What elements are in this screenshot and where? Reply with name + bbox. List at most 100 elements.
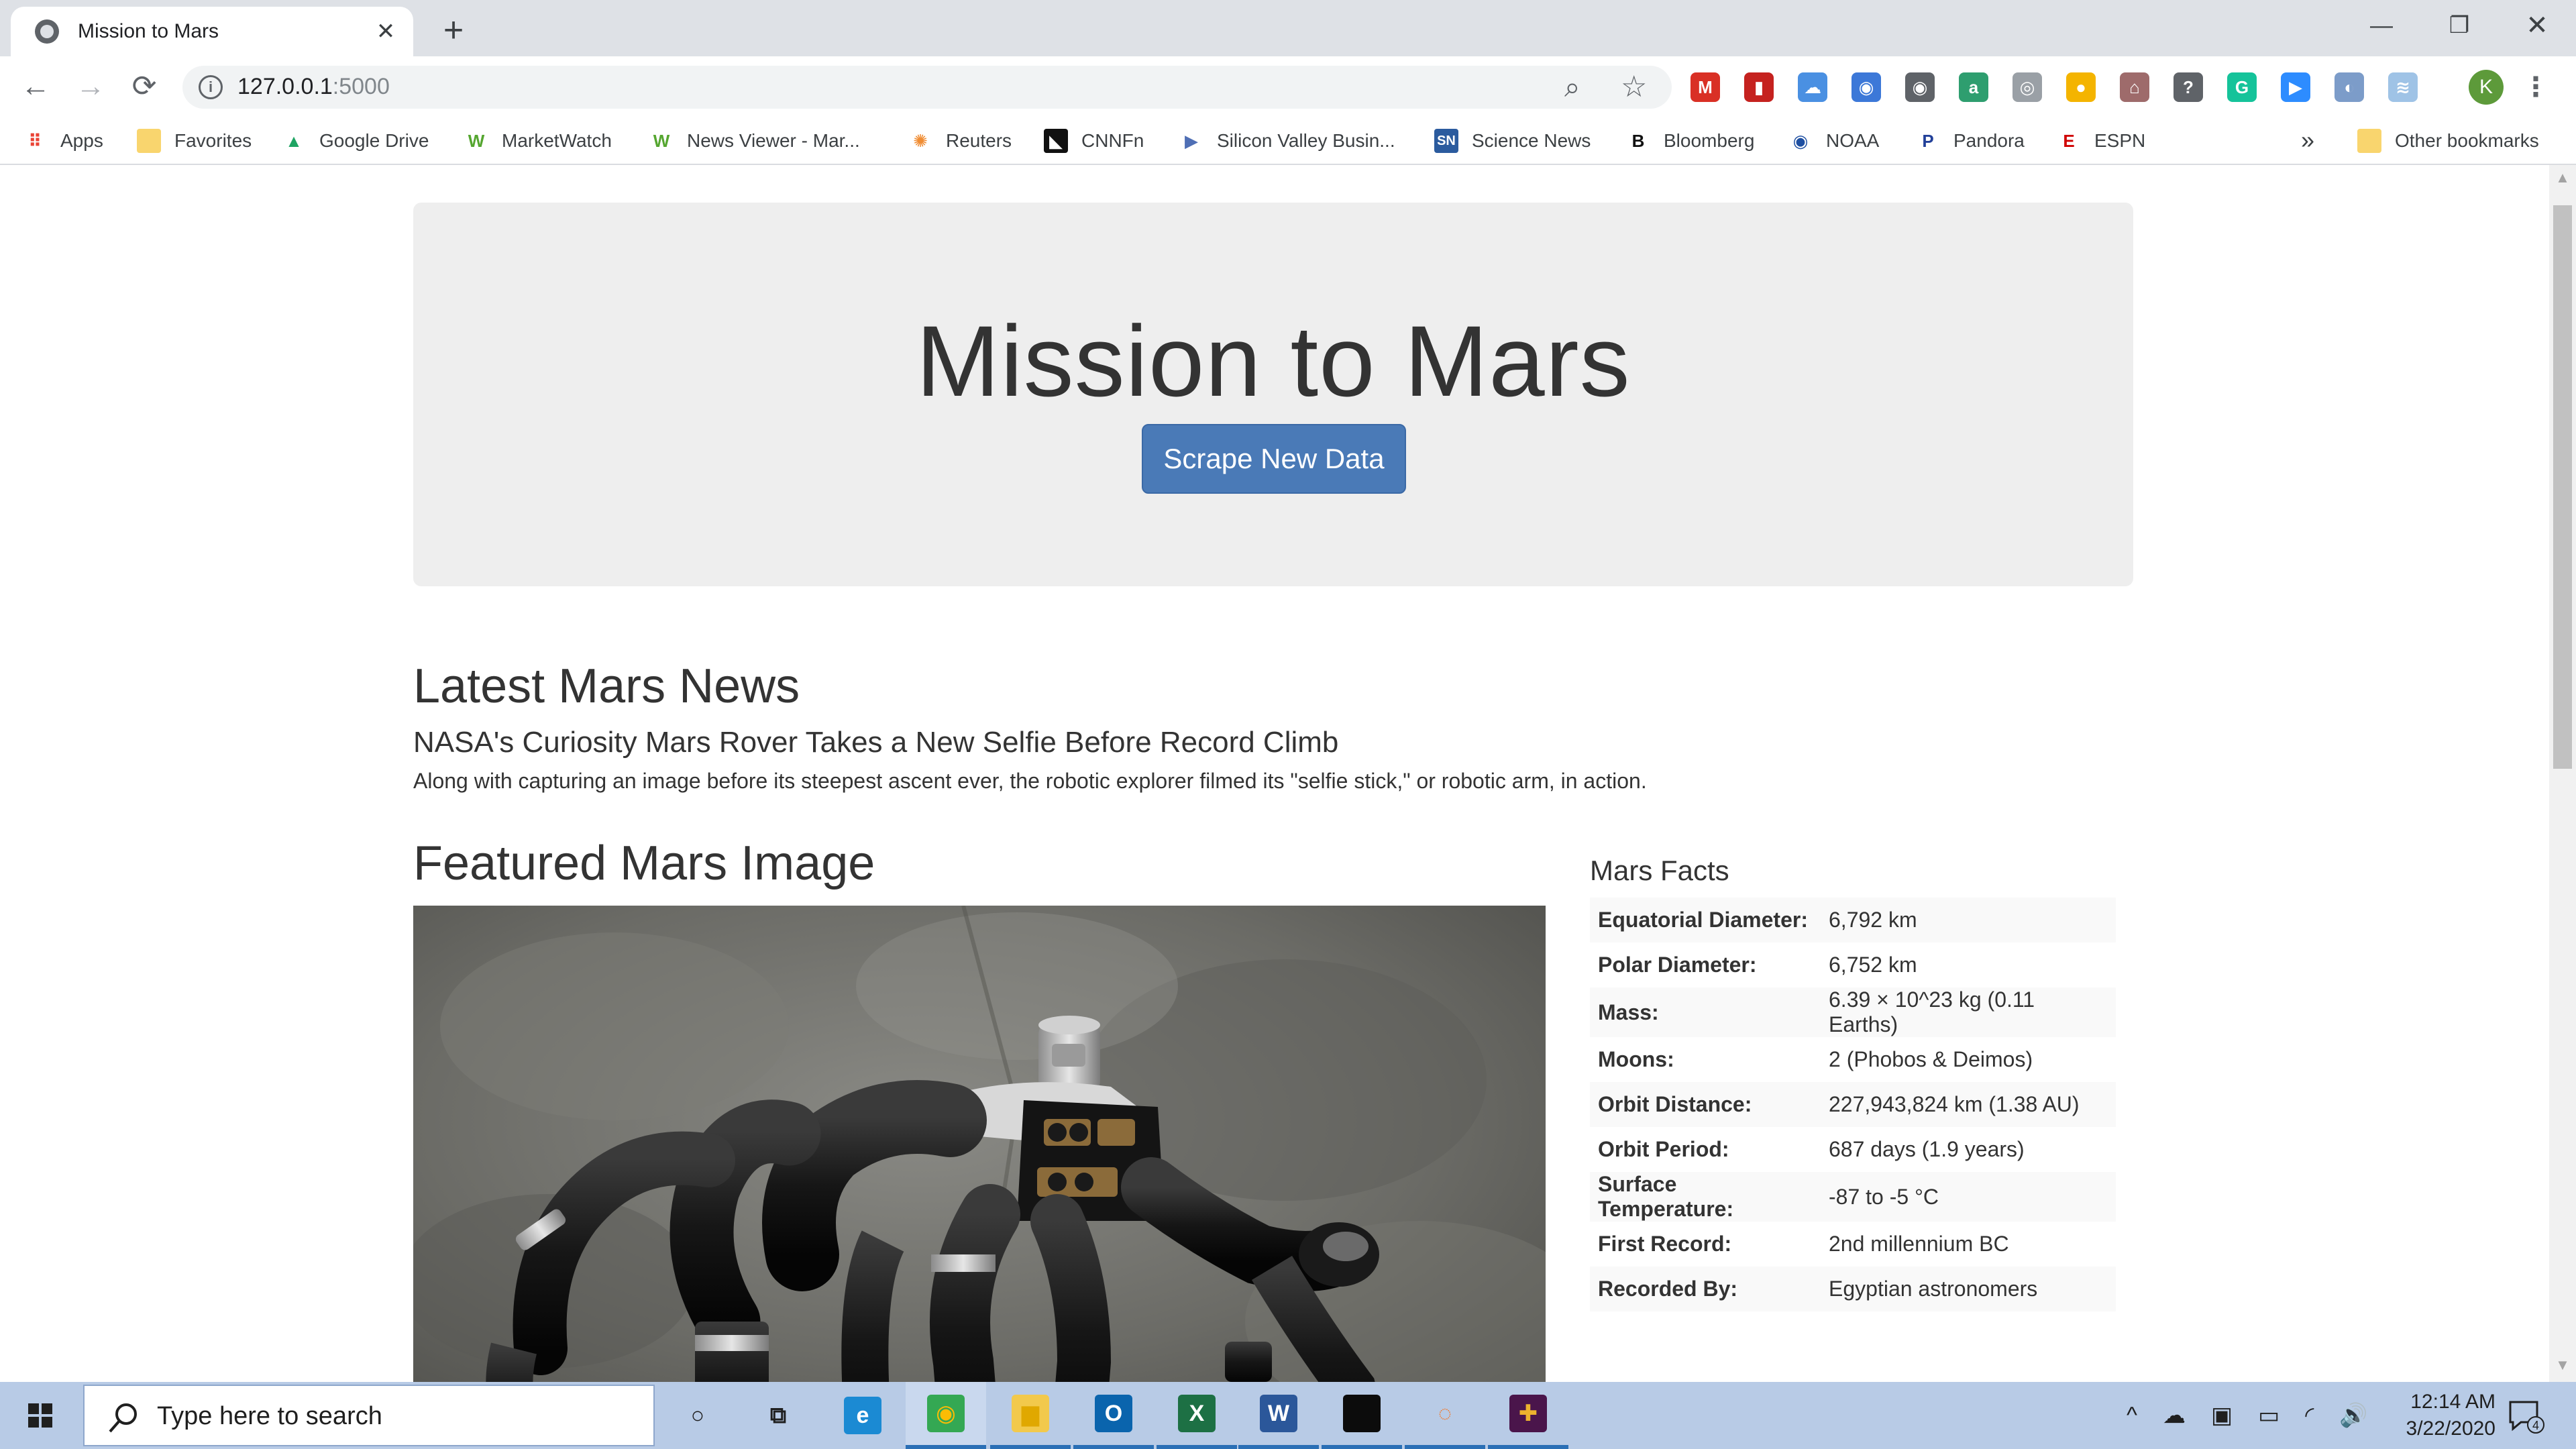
pdf-icon[interactable]: ⌂ (2120, 72, 2149, 102)
bookmark-cnnfn[interactable]: ◣ CNNFn (1044, 126, 1144, 156)
mars-facts-table: Equatorial Diameter: 6,792 km Polar Diamet… (1590, 898, 2116, 1311)
bookmark-label: Science News (1472, 130, 1591, 151)
onedrive-icon[interactable]: ☁ (2163, 1402, 2186, 1429)
scroll-thumb[interactable] (2553, 205, 2572, 769)
reload-button[interactable]: ⟳ (123, 66, 165, 107)
tab-strip: Mission to Mars ✕ + — ❐ ✕ (0, 0, 2576, 56)
bookmark-label: Google Drive (319, 130, 429, 151)
fact-row: Orbit Distance: 227,943,824 km (1.38 AU) (1590, 1082, 2116, 1127)
more-bookmarks-button[interactable]: » (2301, 126, 2314, 154)
edge-ext-icon[interactable]: ◐ (2334, 72, 2364, 102)
battery-icon[interactable]: ▭ (2258, 1402, 2279, 1429)
taskbar-word[interactable]: W (1238, 1382, 1319, 1449)
new-tab-button[interactable]: + (433, 11, 474, 51)
scroll-up-arrow-icon[interactable]: ▲ (2549, 169, 2576, 189)
clock[interactable]: 12:14 AM 3/22/2020 (2375, 1389, 2496, 1442)
taskbar-file-explorer[interactable]: ▆ (990, 1382, 1071, 1449)
bookmark-favorites[interactable]: Favorites (137, 126, 252, 156)
start-button[interactable] (0, 1382, 80, 1449)
fact-value: 6.39 × 10^23 kg (0.11 Earths) (1829, 987, 2035, 1036)
fact-label: Mass: (1598, 1000, 1659, 1024)
volume-icon[interactable]: 🔊 (2339, 1402, 2367, 1429)
circle-icon[interactable]: ◉ (1851, 72, 1881, 102)
address-bar[interactable]: i 127.0.0.1:5000 ⌕ ☆ (182, 66, 1672, 109)
bookmark-pandora[interactable]: P Pandora (1916, 126, 2025, 156)
close-window-button[interactable]: ✕ (2504, 5, 2571, 46)
podcast-icon[interactable]: ◎ (2012, 72, 2042, 102)
cortana-icon: ○ (690, 1403, 705, 1428)
espn-icon: E (2063, 131, 2075, 151)
fact-value: 6,792 km (1829, 908, 1917, 932)
action-center-icon: 4 (2509, 1401, 2544, 1434)
taskbar-cortana[interactable]: ○ (657, 1382, 738, 1449)
zoom-icon[interactable]: ▶ (2281, 72, 2310, 102)
noaa-icon: ◉ (1792, 131, 1809, 151)
scrape-new-data-button[interactable]: Scrape New Data (1142, 424, 1406, 494)
fact-label: Orbit Distance: (1598, 1092, 1752, 1116)
help-icon[interactable]: ? (2174, 72, 2203, 102)
magnifier-icon[interactable]: ● (2066, 72, 2096, 102)
bookmark-label: Pandora (1953, 130, 2025, 151)
science-news-icon: SN (1434, 129, 1458, 153)
taskbar-search-box[interactable]: Type here to search (83, 1385, 655, 1446)
wifi-ext-icon[interactable]: ≋ (2388, 72, 2418, 102)
fact-label: Equatorial Diameter: (1598, 908, 1808, 932)
bookmark-label: Silicon Valley Busin... (1217, 130, 1395, 151)
url-text[interactable]: 127.0.0.1:5000 (237, 74, 390, 100)
cloud-icon[interactable]: ☁ (1798, 72, 1827, 102)
system-tray: ^ ☁ ▣ ▭ ◜ 🔊 (2127, 1397, 2394, 1434)
bookmark-google-drive[interactable]: ▲ Google Drive (282, 126, 429, 156)
bookmark-reuters[interactable]: ✺ Reuters (908, 126, 1012, 156)
bookmark-silicon-valley[interactable]: ▶ Silicon Valley Busin... (1179, 126, 1395, 156)
fact-label: First Record: (1598, 1232, 1732, 1256)
bookmark-marketwatch[interactable]: W MarketWatch (464, 126, 612, 156)
back-button[interactable]: ← (15, 66, 56, 107)
bookmark-news-viewer[interactable]: W News Viewer - Mar... (649, 126, 860, 156)
page-scrollbar[interactable]: ▲ ▼ (2549, 165, 2576, 1382)
close-tab-icon[interactable]: ✕ (370, 16, 401, 47)
bookmark-bloomberg[interactable]: B Bloomberg (1626, 126, 1755, 156)
restore-button[interactable]: ❐ (2426, 5, 2493, 46)
grammarly-icon[interactable]: G (2227, 72, 2257, 102)
bookmark-noaa[interactable]: ◉ NOAA (1788, 126, 1880, 156)
forward-button[interactable]: → (70, 66, 111, 107)
grammar-icon[interactable]: a (1959, 72, 1988, 102)
fact-value: 2nd millennium BC (1829, 1232, 2009, 1256)
scroll-down-arrow-icon[interactable]: ▼ (2549, 1356, 2576, 1377)
news-viewer-icon: W (653, 131, 670, 151)
bloomberg-icon: B (1631, 131, 1645, 151)
fact-label: Surface Temperature: (1598, 1172, 1734, 1221)
taskbar-outlook[interactable]: O (1073, 1382, 1154, 1449)
taskbar-edge[interactable]: e (822, 1382, 903, 1449)
silicon-valley-icon: ▶ (1185, 131, 1198, 151)
taskbar-excel[interactable]: X (1157, 1382, 1237, 1449)
gmail-icon[interactable]: M (1690, 72, 1720, 102)
fact-value: 6,752 km (1829, 953, 1917, 977)
taskbar-chrome[interactable]: ◉ (906, 1382, 986, 1449)
bookmark-apps[interactable]: ⠿ Apps (23, 126, 103, 156)
bookmark-star-icon[interactable]: ☆ (1621, 70, 1647, 104)
zoom-icon[interactable]: ⌕ (1564, 71, 1580, 104)
minimize-button[interactable]: — (2348, 5, 2415, 46)
bookmark-science-news[interactable]: SN Science News (1434, 126, 1591, 156)
pandora-icon: P (1922, 131, 1934, 151)
wifi-icon[interactable]: ◜ (2305, 1402, 2314, 1429)
profile-avatar[interactable]: K (2469, 70, 2504, 105)
taskbar-task-view[interactable]: ⧉ (738, 1382, 818, 1449)
record-icon[interactable]: ◉ (1905, 72, 1935, 102)
browser-menu-icon[interactable]: ⋮ (2522, 68, 2549, 106)
notifications-icon[interactable]: 4 (2505, 1397, 2545, 1434)
meet-now-icon[interactable]: ▣ (2211, 1402, 2233, 1429)
bookmark-espn[interactable]: E ESPN (2057, 126, 2145, 156)
taskbar-slack[interactable]: ✚ (1488, 1382, 1568, 1449)
fact-row: Equatorial Diameter: 6,792 km (1590, 898, 2116, 943)
book-icon[interactable]: ▮ (1744, 72, 1774, 102)
apps-icon: ⠿ (28, 131, 42, 151)
bookmark-other[interactable]: Other bookmarks (2357, 126, 2539, 156)
taskbar-terminal[interactable] (1322, 1382, 1402, 1449)
tab-mission-to-mars[interactable]: Mission to Mars ✕ (11, 7, 413, 56)
fact-label: Recorded By: (1598, 1277, 1738, 1301)
show-hidden-icons-icon[interactable]: ^ (2127, 1403, 2137, 1429)
site-info-icon[interactable]: i (199, 75, 223, 99)
taskbar-jupyter[interactable]: ◌ (1405, 1382, 1485, 1449)
